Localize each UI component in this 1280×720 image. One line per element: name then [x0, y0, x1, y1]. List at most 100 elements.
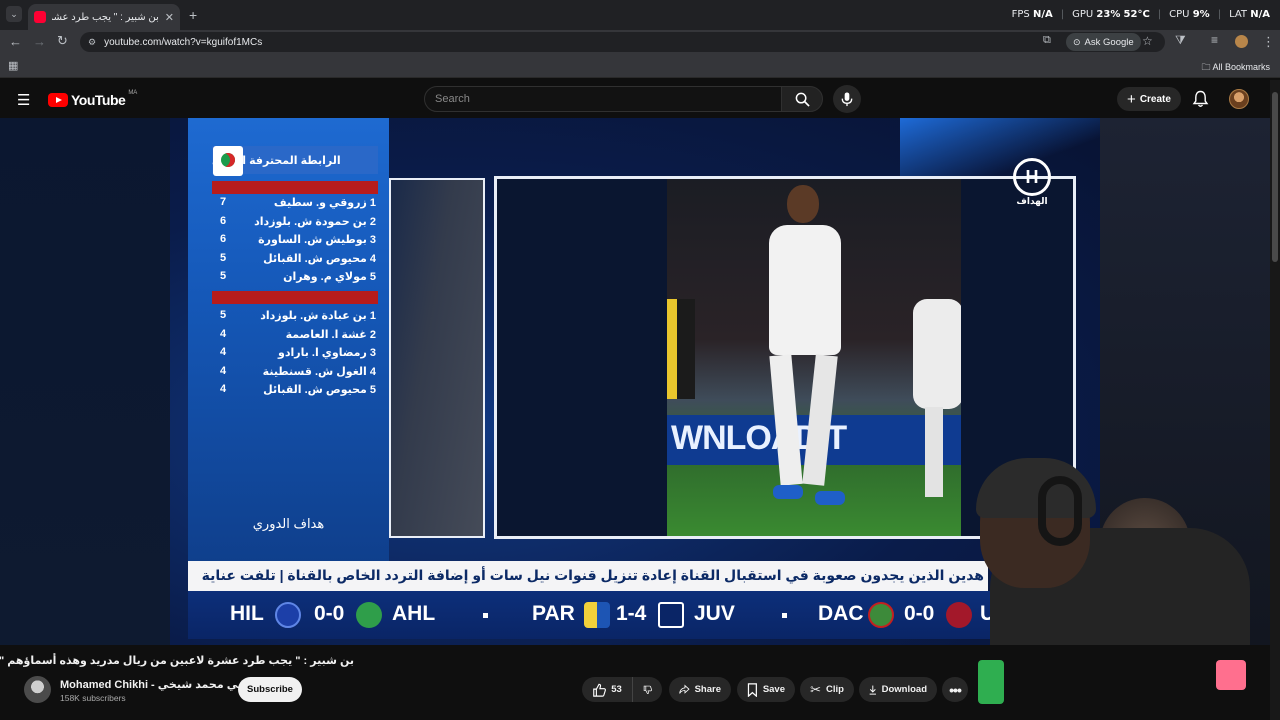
- scorer-goals: 6: [219, 214, 227, 227]
- all-bookmarks[interactable]: 🗀 All Bookmarks: [1201, 60, 1270, 76]
- more-actions-button[interactable]: •••: [942, 677, 968, 702]
- scrollbar-thumb[interactable]: [1272, 92, 1278, 262]
- forward-icon[interactable]: →: [33, 34, 46, 49]
- lat-value: N/A: [1250, 9, 1270, 20]
- score-value: 1-4: [616, 602, 647, 625]
- new-tab-icon[interactable]: +: [189, 7, 197, 23]
- score-value: 0-0: [314, 602, 345, 625]
- team-crest-icon: [356, 602, 382, 628]
- scorer-goals: 5: [219, 251, 227, 264]
- scorer-name: 4 محيوص ش. القبائل: [263, 252, 376, 265]
- fps-label: FPS: [1011, 9, 1030, 20]
- separator-dot: [782, 613, 787, 618]
- extensions-icon[interactable]: ⧩: [1175, 33, 1186, 48]
- scorer-goals: 4: [219, 364, 227, 377]
- youtube-logo[interactable]: YouTube MA: [48, 90, 138, 108]
- team-crest-icon: [868, 602, 894, 628]
- team-crest-icon: [584, 602, 610, 628]
- thumbs-up-icon: [593, 683, 607, 697]
- plus-icon: +: [1127, 90, 1136, 108]
- close-tab-icon[interactable]: ✕: [165, 11, 174, 24]
- separator-dot: [483, 613, 488, 618]
- search-button[interactable]: [781, 86, 823, 112]
- clip-button[interactable]: ✂ Clip: [800, 677, 854, 702]
- scorer-goals: 6: [219, 233, 227, 245]
- performance-overlay: FPS N/A | GPU 23% 52°C | CPU 9% | LAT N/…: [1011, 9, 1270, 20]
- microphone-icon: [841, 91, 853, 106]
- subscribe-button[interactable]: Subscribe: [238, 677, 302, 702]
- download-button[interactable]: Download: [859, 677, 937, 702]
- folder-icon: 🗀: [1201, 62, 1211, 72]
- presenter-screen: [389, 178, 485, 538]
- share-button[interactable]: Share: [669, 677, 731, 702]
- share-label: Share: [694, 684, 721, 695]
- score-home-team: DAC: [818, 602, 864, 625]
- thumbs-down-icon: [643, 685, 652, 694]
- bookmark-star-icon[interactable]: ☆: [1142, 34, 1153, 48]
- guide-menu-icon[interactable]: ☰: [17, 91, 30, 109]
- create-label: Create: [1139, 93, 1171, 105]
- scorer-name: 3 رمضاوي ا. بارادو: [278, 347, 376, 359]
- search-icon: [795, 92, 810, 107]
- back-icon[interactable]: ←: [9, 34, 22, 49]
- scorer-row: 5 محيوص ش. القبائل 4: [216, 383, 376, 401]
- cpu-label: CPU: [1169, 9, 1190, 20]
- reload-icon[interactable]: ↻: [57, 33, 68, 49]
- scorer-goals: 5: [219, 309, 227, 321]
- create-button[interactable]: + Create: [1117, 87, 1181, 111]
- browser-tab[interactable]: بن شبير : " يجب طرد عشرة لاعبين ✕: [28, 4, 180, 30]
- score-home-team: HIL: [230, 602, 264, 625]
- site-info-icon[interactable]: ⚙: [88, 37, 96, 48]
- score-away-team: JUV: [694, 602, 735, 625]
- voice-search-button[interactable]: [833, 85, 861, 113]
- video-player[interactable]: الرابطة المحترفة الأولى 1 زروقي و. سطيف 7…: [0, 118, 1270, 645]
- url-text[interactable]: youtube.com/watch?v=kguifof1MCs: [104, 37, 262, 48]
- youtube-wordmark: YouTube: [71, 92, 126, 108]
- team-crest-icon: [275, 602, 301, 628]
- notifications-bell-icon[interactable]: [1192, 90, 1209, 108]
- scorer-row: 1 زروقي و. سطيف 7: [216, 196, 376, 214]
- search-input[interactable]: Search: [424, 86, 782, 112]
- scorer-goals: 4: [219, 327, 227, 340]
- dislike-button[interactable]: [632, 677, 662, 702]
- opponent-figure: [667, 299, 695, 399]
- scorer-name: 5 مولاي م. وهران: [283, 271, 376, 283]
- apps-grid-icon[interactable]: ▦: [8, 59, 18, 72]
- more-horizontal-icon: •••: [949, 681, 962, 698]
- browser-tab-strip: ⌄ بن شبير : " يجب طرد عشرة لاعبين ✕ + FP…: [0, 0, 1280, 30]
- country-code: MA: [128, 90, 138, 96]
- download-icon: [869, 685, 876, 695]
- share-icon: [679, 684, 690, 694]
- media-control-icon[interactable]: ≡: [1211, 33, 1218, 47]
- league-logo-icon: [213, 146, 243, 176]
- cpu-load: 9%: [1192, 9, 1210, 20]
- browser-menu-icon[interactable]: ⋮: [1262, 34, 1275, 50]
- gpu-temp: 52°C: [1123, 9, 1150, 20]
- tab-search-icon[interactable]: ⌄: [6, 6, 22, 22]
- ask-google-button[interactable]: ⊙ Ask Google: [1066, 33, 1141, 51]
- scorer-row: 1 بن عبادة ش. بلوزداد 5: [216, 309, 376, 327]
- team-crest-icon: [658, 602, 684, 628]
- save-button[interactable]: Save: [737, 677, 795, 702]
- omnibox[interactable]: ⚙ youtube.com/watch?v=kguifof1MCs: [80, 32, 1165, 52]
- save-label: Save: [762, 684, 785, 695]
- video-title: بن شبير : " يجب طرد عشرة لاعبين من ريال …: [0, 655, 354, 667]
- streamer-webcam-cutout: [970, 458, 1270, 645]
- table-divider: [212, 181, 378, 194]
- youtube-favicon-icon: [34, 11, 46, 23]
- like-button[interactable]: 53: [582, 677, 632, 702]
- headphones-icon: [1038, 476, 1082, 546]
- score-value: 0-0: [904, 602, 935, 625]
- studio-light-streak: [900, 118, 1100, 178]
- profile-avatar-icon[interactable]: [1235, 35, 1248, 48]
- news-ticker: هدين الذين يجدون صعوبة في استقبال القناة…: [188, 561, 988, 591]
- fps-value: N/A: [1032, 9, 1053, 20]
- scorer-row: 3 رمضاوي ا. بارادو 4: [216, 346, 376, 364]
- channel-emblem-icon: H: [1013, 158, 1051, 196]
- gpu-label: GPU: [1072, 9, 1094, 20]
- channel-avatar[interactable]: [24, 676, 51, 703]
- account-avatar[interactable]: [1229, 89, 1249, 109]
- score-home-team: PAR: [532, 602, 575, 625]
- install-icon[interactable]: ⧉: [1043, 34, 1051, 47]
- scorer-row: 4 محيوص ش. القبائل 5: [216, 252, 376, 270]
